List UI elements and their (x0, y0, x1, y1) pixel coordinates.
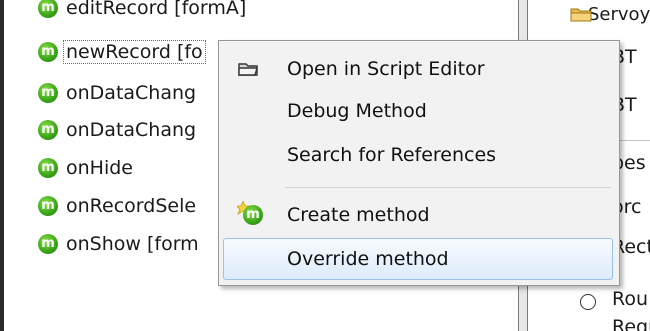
right-row-6[interactable]: Rou (612, 288, 648, 310)
menu-separator (285, 187, 611, 188)
method-icon: m (38, 0, 58, 18)
menu-item-label: Debug Method (287, 100, 427, 122)
menu-item-search-for-references[interactable]: Search for References (223, 135, 613, 175)
tree-item-ondatachange-1[interactable]: m onDataChang (38, 79, 196, 107)
method-icon: m (38, 158, 58, 178)
window-frame-left (0, 0, 4, 331)
method-icon: m (38, 120, 58, 140)
method-icon: m (38, 196, 58, 216)
radio-button-icon[interactable] (580, 294, 596, 310)
tree-item-onshow[interactable]: m onShow [form (38, 230, 199, 258)
menu-item-label: Search for References (287, 144, 497, 166)
tree-item-label: onHide (66, 157, 133, 179)
tree-item-label: editRecord [formA] (66, 0, 247, 19)
tree-item-onhide[interactable]: m onHide (38, 154, 133, 182)
tree-item-ondatachange-2[interactable]: m onDataChang (38, 116, 196, 144)
method-icon: m (243, 205, 263, 225)
tree-item-label: newRecord [fo (63, 40, 206, 64)
menu-item-override-method[interactable]: Override method (223, 238, 613, 280)
menu-item-debug-method[interactable]: Debug Method (223, 91, 613, 131)
tree-item-editrecord[interactable]: m editRecord [formA] (38, 0, 246, 22)
method-icon: m (38, 42, 58, 62)
right-row-7[interactable]: Requ (612, 316, 650, 331)
menu-item-label: Override method (287, 248, 449, 270)
method-icon: m (38, 83, 58, 103)
tree-item-onrecordselection[interactable]: m onRecordSele (38, 192, 196, 220)
tree-item-label: onShow [form (66, 233, 199, 255)
method-icon: m (38, 234, 58, 254)
folder-label[interactable]: Servoy (588, 4, 650, 25)
tree-item-label: onDataChang (66, 119, 197, 141)
menu-item-create-method[interactable]: m Create method (223, 195, 613, 235)
folder-icon (570, 8, 592, 22)
tree-item-newrecord[interactable]: m newRecord [fo (38, 38, 206, 66)
menu-item-label: Create method (287, 204, 430, 226)
menu-item-open-in-script-editor[interactable]: Open in Script Editor (223, 49, 613, 89)
menu-item-label: Open in Script Editor (287, 58, 485, 80)
script-editor-icon (238, 63, 258, 76)
context-menu: Open in Script Editor Debug Method Searc… (218, 40, 620, 286)
tree-item-label: onDataChang (66, 82, 197, 104)
tree-item-label: onRecordSele (66, 195, 197, 217)
